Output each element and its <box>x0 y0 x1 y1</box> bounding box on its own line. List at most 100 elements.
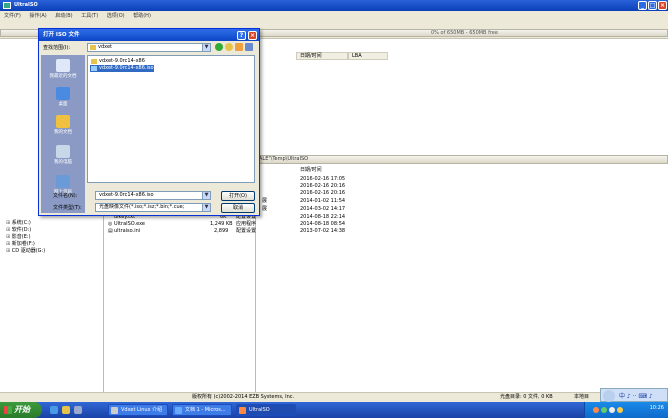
minimize-icon[interactable]: _ <box>638 1 647 10</box>
dialog-file-list[interactable]: vdxet-9.0rc14-x86 vdxet-9.0rc14-x86.iso <box>87 55 255 183</box>
column-date-header[interactable]: 日期/时间 <box>296 52 348 60</box>
file-name[interactable]: ultraiso.ini <box>114 228 140 234</box>
image-total-text: 光盘目录: 0 文件, 0 KB <box>500 394 553 400</box>
iso-file-icon <box>91 66 97 71</box>
clock[interactable]: 10:26 <box>650 405 664 411</box>
task-ultraiso[interactable]: UltraISO <box>236 404 296 416</box>
tree-drive-d[interactable]: 软件(D:) <box>6 227 31 233</box>
dialog-title: 打开 ISO 文件 <box>43 32 80 38</box>
file-date: 2014-03-02 14:17 <box>300 206 346 212</box>
local-total-text: 本地目 <box>574 394 590 400</box>
lookin-combo[interactable]: vdxet ▼ <box>87 43 211 52</box>
filename-label: 文件名(N): <box>53 193 78 199</box>
lookin-value: vdxet <box>98 44 112 50</box>
word-icon <box>175 407 182 414</box>
up-folder-icon[interactable] <box>225 43 233 51</box>
column-date-header[interactable]: 日期/时间 <box>300 166 322 174</box>
open-button[interactable]: 打开(O) <box>221 191 255 201</box>
chevron-down-icon[interactable]: ▼ <box>202 204 210 211</box>
tree-drive-c[interactable]: 系统(C:) <box>6 220 31 226</box>
menu-tools[interactable]: 工具(T) <box>81 13 98 19</box>
file-item-iso[interactable]: vdxet-9.0rc14-x86.iso <box>90 65 154 72</box>
filetype-select[interactable]: 光盘映像文件(*.iso;*.isz;*.bin;*.cue; ▼ <box>95 203 211 212</box>
file-type-partial: 展 <box>262 198 268 204</box>
file-date: 2014-08-18 22:14 <box>300 214 346 220</box>
copyright-text: 版权所有 (c)2002-2014 EZB Systems, Inc. <box>192 394 295 400</box>
my-computer-icon <box>56 145 70 158</box>
menu-help[interactable]: 帮助(H) <box>133 13 151 19</box>
tray-icon[interactable] <box>609 407 615 413</box>
ini-icon: ▤ <box>108 228 113 234</box>
file-type: 配置设置 <box>236 228 257 234</box>
desktop-icon[interactable] <box>74 406 82 414</box>
open-iso-dialog: 打开 ISO 文件 ? × 查找范围(I): vdxet ▼ 我最近的文档 桌面… <box>38 28 260 216</box>
file-date: 2014-08-18 08:54 <box>300 221 346 227</box>
place-recent[interactable]: 我最近的文档 <box>41 59 85 79</box>
language-bar[interactable]: 中 ♪ ·· ⌨ ♪ <box>600 388 668 402</box>
filename-input[interactable]: vdxet-9.0rc14-x86.iso ▼ <box>95 191 211 200</box>
task-vdxet-linux[interactable]: Vdxet Linux 介绍 <box>108 404 168 416</box>
taskbar <box>0 402 668 418</box>
ultraiso-app-icon <box>3 2 11 9</box>
menu-options[interactable]: 选项(O) <box>107 13 125 19</box>
maximize-icon[interactable]: □ <box>648 1 657 10</box>
chevron-down-icon[interactable]: ▼ <box>202 192 210 199</box>
recent-documents-icon <box>56 59 70 72</box>
image-size-text: 0% of 650MB - 650MB free <box>431 30 498 36</box>
place-my-documents[interactable]: 我的文档 <box>41 115 85 135</box>
folder-icon[interactable] <box>62 406 70 414</box>
window-title: UltraISO <box>14 2 38 8</box>
file-date: 2016-02-16 17:05 <box>300 176 346 182</box>
windows-flag-icon <box>4 406 12 414</box>
exe-icon: ◎ <box>108 221 113 227</box>
file-size: 2,899 <box>214 228 229 234</box>
cancel-button[interactable]: 取消 <box>221 203 255 213</box>
file-date: 2013-07-02 14:38 <box>300 228 346 234</box>
close-icon[interactable]: × <box>248 31 257 40</box>
tray-icon[interactable] <box>617 407 623 413</box>
dialog-title-bar[interactable]: 打开 ISO 文件 ? × <box>39 29 259 41</box>
file-date: 2016-02-16 20:16 <box>300 190 346 196</box>
chevron-down-icon[interactable]: ▼ <box>202 44 210 51</box>
start-label: 开始 <box>14 405 30 414</box>
help-icon[interactable] <box>603 390 615 402</box>
menu-actions[interactable]: 操作(A) <box>29 13 46 19</box>
file-size: 1,249 KB <box>210 221 233 227</box>
column-lba-header[interactable]: LBA <box>348 52 388 60</box>
document-icon <box>111 407 118 414</box>
network-places-icon <box>56 175 70 188</box>
file-name[interactable]: UltraISO.exe <box>114 221 145 227</box>
new-folder-icon[interactable] <box>235 43 243 51</box>
start-button[interactable]: 开始 <box>0 402 42 418</box>
filetype-label: 文件类型(T): <box>53 205 82 211</box>
places-bar: 我最近的文档 桌面 我的文档 我的电脑 网上邻居 <box>41 55 85 213</box>
file-type-partial: 展 <box>262 206 268 212</box>
ie-icon[interactable] <box>50 406 58 414</box>
place-desktop[interactable]: 桌面 <box>41 87 85 107</box>
file-date: 2016-02-16 20:16 <box>300 183 346 189</box>
menu-bootable[interactable]: 启动(B) <box>55 13 72 19</box>
local-columns: 日期/时间 <box>256 166 668 174</box>
close-icon[interactable]: × <box>658 1 667 10</box>
view-menu-icon[interactable] <box>245 43 253 51</box>
tree-drive-g[interactable]: CD 驱动器(G:) <box>6 248 45 254</box>
tray-icon[interactable] <box>601 407 607 413</box>
file-item-folder[interactable]: vdxet-9.0rc14-x86 <box>90 58 145 65</box>
file-type: 应用程序 <box>236 221 257 227</box>
tree-drive-f[interactable]: 新加卷(F:) <box>6 241 35 247</box>
desktop-icon <box>56 87 70 100</box>
main-title-bar[interactable]: UltraISO _ □ × <box>0 0 668 11</box>
local-path-bar: ALE"\Temp\UltraISO <box>256 155 668 164</box>
back-icon[interactable] <box>215 43 223 51</box>
place-my-computer[interactable]: 我的电脑 <box>41 145 85 165</box>
folder-icon <box>91 59 97 64</box>
my-documents-icon <box>56 115 70 128</box>
file-date: 2014-01-02 11:54 <box>300 198 346 204</box>
tray-icon[interactable] <box>593 407 599 413</box>
help-icon[interactable]: ? <box>237 31 246 40</box>
tree-drive-e[interactable]: 影音(E:) <box>6 234 31 240</box>
task-word-document[interactable]: 文档 1 - Micros... <box>172 404 232 416</box>
ultraiso-icon <box>239 407 246 414</box>
system-tray: 10:26 <box>584 402 668 418</box>
menu-file[interactable]: 文件(F) <box>4 13 21 19</box>
